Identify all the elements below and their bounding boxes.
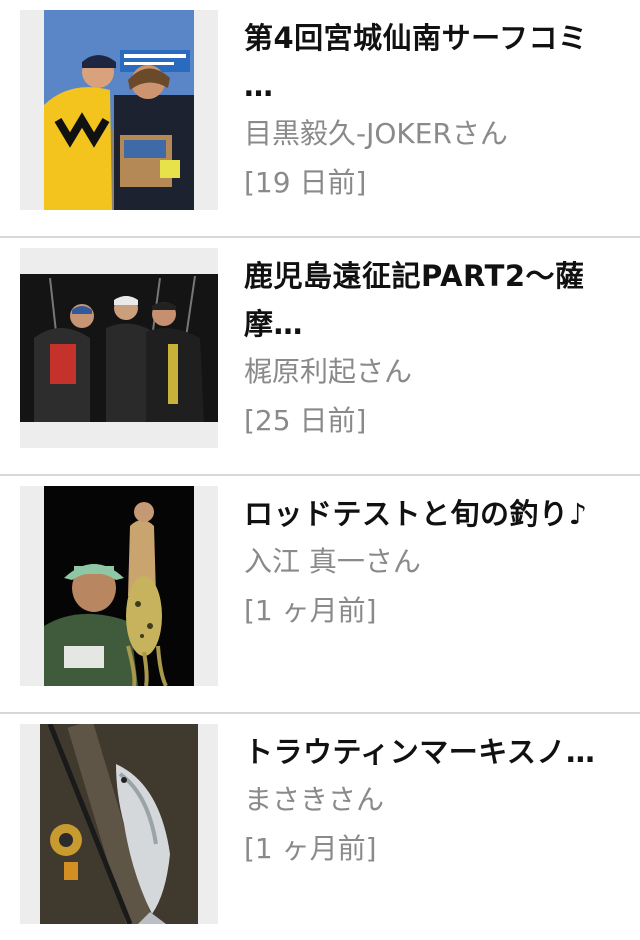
feed-item-time: [1 ヶ月前]	[244, 594, 377, 627]
feed-item-text: 第4回宮城仙南サーフコミ … 目黒毅久-JOKERさん [19 日前]	[244, 14, 624, 208]
feed-item-text: トラウティンマーキスノ… まさきさん [1 ヶ月前]	[244, 728, 624, 874]
feed-item-author[interactable]: 梶原利起さん	[244, 348, 624, 396]
trout-and-reel-photo[interactable]	[20, 724, 218, 924]
feed-item[interactable]: 鹿児島遠征記PART2〜薩 摩… 梶原利起さん [25 日前]	[0, 238, 640, 476]
feed-item-text: ロッドテストと旬の釣り♪ 入江 真一さん [1 ヶ月前]	[244, 490, 624, 636]
feed-item-title[interactable]: 鹿児島遠征記PART2〜薩 摩…	[244, 252, 624, 348]
feed-item-title[interactable]: ロッドテストと旬の釣り♪	[244, 490, 624, 538]
feed-item-author[interactable]: 入江 真一さん	[244, 538, 624, 586]
feed-item[interactable]: トラウティンマーキスノ… まさきさん [1 ヶ月前]	[0, 714, 640, 940]
feed-item[interactable]: ロッドテストと旬の釣り♪ 入江 真一さん [1 ヶ月前]	[0, 476, 640, 714]
feed-item-time: [25 日前]	[244, 404, 367, 437]
feed-item-time: [1 ヶ月前]	[244, 832, 377, 865]
feed-item-author[interactable]: まさきさん	[244, 776, 624, 824]
feed-item-title[interactable]: 第4回宮城仙南サーフコミ …	[244, 14, 624, 110]
feed-item[interactable]: 第4回宮城仙南サーフコミ … 目黒毅久-JOKERさん [19 日前]	[0, 0, 640, 238]
man-holding-squid-photo[interactable]	[20, 486, 218, 686]
article-feed: 第4回宮城仙南サーフコミ … 目黒毅久-JOKERさん [19 日前] 鹿児島遠…	[0, 0, 640, 940]
feed-item-text: 鹿児島遠征記PART2〜薩 摩… 梶原利起さん [25 日前]	[244, 252, 624, 446]
feed-item-time: [19 日前]	[244, 166, 367, 199]
two-men-holding-box-photo[interactable]	[20, 10, 218, 210]
three-anglers-night-fish-photo[interactable]	[20, 248, 218, 448]
feed-item-author[interactable]: 目黒毅久-JOKERさん	[244, 110, 624, 158]
feed-item-title[interactable]: トラウティンマーキスノ…	[244, 728, 624, 776]
